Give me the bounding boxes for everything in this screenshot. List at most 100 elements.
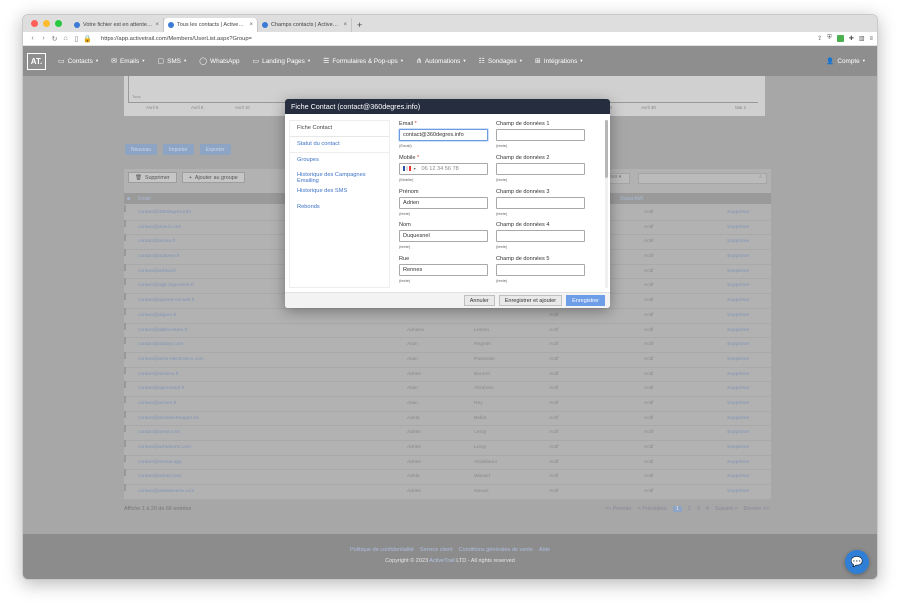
home-icon[interactable]: ⌂: [60, 35, 71, 42]
cancel-button[interactable]: Annuler: [463, 295, 495, 306]
row-checkbox[interactable]: [124, 381, 126, 389]
new-tab-button[interactable]: +: [352, 20, 367, 32]
table-search-input[interactable]: ⌕: [638, 173, 767, 184]
modal-tab-email-history[interactable]: Historique des Campagnes Emailing: [290, 168, 389, 184]
nav-item-sms[interactable]: ▢ SMS ▾: [157, 57, 186, 66]
back-icon[interactable]: ‹: [27, 35, 38, 42]
modal-tab-contact-status[interactable]: Statut du contact: [290, 137, 389, 153]
row-checkbox[interactable]: [124, 366, 126, 374]
row-delete-link[interactable]: Supprimer: [727, 298, 750, 303]
row-checkbox[interactable]: [124, 322, 126, 330]
delete-button[interactable]: 🗑 Supprimer: [128, 172, 177, 183]
row-email[interactable]: contact@activeer.fr: [138, 254, 180, 259]
browser-tab-1[interactable]: Votre fichier est en attente de télé ×: [70, 18, 164, 32]
table-row[interactable]: contact@ama-electronics.com Alain Pastoral…: [124, 351, 771, 368]
row-delete-link[interactable]: Supprimer: [727, 313, 750, 318]
table-row[interactable]: contact@amiens.fr Adrien Bourrel Actif Actif…: [124, 366, 771, 383]
row-delete-link[interactable]: Supprimer: [727, 430, 750, 435]
row-delete-link[interactable]: Supprimer: [727, 328, 750, 333]
bookmark-icon[interactable]: ▯: [71, 35, 82, 43]
activetrail-logo[interactable]: AT.: [27, 52, 46, 70]
account-menu[interactable]: 👤 Compte ▾: [826, 57, 865, 66]
nav-item-contacts[interactable]: ▭ Contacts ▾: [58, 57, 98, 66]
row-delete-link[interactable]: Supprimer: [727, 386, 750, 391]
table-row[interactable]: contact@arcom.fr Alain Rey Actif Actif Suppri…: [124, 395, 771, 412]
row-email[interactable]: contact@amiens.fr: [138, 372, 179, 377]
puzzle-icon[interactable]: ✚: [849, 35, 854, 42]
browser-tab-3[interactable]: Champs contacts | ActiveTrail ×: [258, 18, 352, 32]
forward-icon[interactable]: ›: [38, 35, 49, 42]
footer-brand-link[interactable]: ActiveTrail: [429, 558, 454, 564]
firstname-input[interactable]: Adrien: [399, 196, 488, 209]
table-row[interactable]: contact@arest.com Adrien Leroy Actif Actif Su…: [124, 425, 771, 441]
nav-item-landing-pages[interactable]: ▭ Landing Pages ▾: [253, 57, 311, 66]
row-delete-link[interactable]: Supprimer: [727, 372, 750, 377]
row-email[interactable]: contact@arfadverts.com: [138, 445, 191, 450]
table-row[interactable]: contact@architectmagen.be Adela Bellot Acti…: [124, 410, 771, 427]
row-delete-link[interactable]: Supprimer: [727, 342, 750, 347]
select-all-checkbox[interactable]: ■: [127, 196, 130, 202]
menu-icon[interactable]: ≡: [869, 36, 873, 42]
data-field-4-input[interactable]: [496, 230, 585, 243]
new-contact-button[interactable]: Nouveau: [125, 144, 158, 155]
row-email[interactable]: contact@ama-electronics.com: [138, 357, 204, 362]
row-delete-link[interactable]: Supprimer: [727, 269, 750, 274]
row-email[interactable]: contact@360degres.info: [138, 210, 191, 215]
row-delete-link[interactable]: Supprimer: [727, 474, 750, 479]
row-delete-link[interactable]: Supprimer: [727, 416, 750, 421]
modal-tab-bounces[interactable]: Rebonds: [290, 200, 389, 216]
page-4[interactable]: 4: [706, 506, 709, 512]
row-checkbox[interactable]: [124, 249, 126, 257]
nav-item-integrations[interactable]: ⊞ Intégrations ▾: [535, 57, 583, 66]
nav-item-surveys[interactable]: ☷ Sondages ▾: [479, 57, 522, 66]
row-checkbox[interactable]: [124, 234, 126, 242]
row-email[interactable]: contact@arest.com: [138, 430, 180, 435]
row-checkbox[interactable]: [124, 219, 126, 227]
page-1[interactable]: 1: [672, 506, 682, 512]
row-delete-link[interactable]: Supprimer: [727, 254, 750, 259]
row-checkbox[interactable]: [124, 484, 126, 492]
row-email[interactable]: contact@arenia.app: [138, 460, 182, 465]
table-row[interactable]: contact@assisterena.com Adrien Nouari Actif…: [124, 484, 771, 500]
row-delete-link[interactable]: Supprimer: [727, 401, 750, 406]
nav-item-automations[interactable]: ⋔ Automations ▾: [416, 57, 466, 66]
table-row[interactable]: contact@arkatt.com Adela Wassel Actif Actif S…: [124, 469, 771, 486]
modal-scrollbar[interactable]: [605, 120, 608, 288]
page-2[interactable]: 2: [688, 506, 691, 512]
page-first[interactable]: << Premier: [605, 506, 632, 512]
chat-widget-button[interactable]: 💬: [845, 550, 869, 574]
row-checkbox[interactable]: [124, 440, 126, 447]
row-email[interactable]: contact@agir-ingenierie.fr: [138, 283, 194, 288]
modal-tab-sms-history[interactable]: Historique des SMS: [290, 184, 389, 200]
row-checkbox[interactable]: [124, 278, 126, 286]
url-field[interactable]: https://app.activetrail.com/Members/User…: [101, 36, 817, 42]
row-email[interactable]: contact@alpha-team.fr: [138, 328, 188, 333]
add-to-group-button[interactable]: + Ajouter au groupe: [181, 172, 245, 183]
mobile-input[interactable]: ▼ 06 12 34 56 78: [399, 162, 488, 175]
row-checkbox[interactable]: [124, 205, 126, 212]
modal-tab-contact-card[interactable]: Fiche Contact: [290, 121, 389, 137]
data-field-2-input[interactable]: [496, 162, 585, 175]
minimize-window-icon[interactable]: [43, 20, 50, 27]
row-email[interactable]: contact@architectmagen.be: [138, 416, 199, 421]
data-field-3-input[interactable]: [496, 196, 585, 209]
row-delete-link[interactable]: Supprimer: [727, 210, 750, 215]
shield-icon[interactable]: ⛨: [827, 35, 832, 42]
close-window-icon[interactable]: [31, 20, 38, 27]
browser-tab-2[interactable]: Tous les contacts | ActiveTrail ×: [164, 18, 258, 32]
nav-item-whatsapp[interactable]: ◯ WhatsApp: [199, 57, 239, 66]
page-prev[interactable]: < Précédent: [638, 506, 667, 512]
row-checkbox[interactable]: [124, 395, 126, 403]
row-delete-link[interactable]: Supprimer: [727, 283, 750, 288]
row-checkbox[interactable]: [124, 425, 126, 433]
footer-link-support[interactable]: Service client: [420, 547, 453, 553]
email-input[interactable]: contact@360degres.info: [399, 129, 488, 141]
table-row[interactable]: contact@algaro.fr Actif Actif Supprimer: [124, 307, 771, 324]
save-button[interactable]: Enregistrer: [566, 295, 605, 306]
import-button[interactable]: Importer: [163, 144, 194, 155]
row-checkbox[interactable]: [124, 410, 126, 418]
row-email[interactable]: contact@assisterena.com: [138, 489, 194, 494]
footer-link-terms[interactable]: Conditions générales de vente: [459, 547, 533, 553]
row-email[interactable]: contact@acrea.fr: [138, 239, 175, 244]
page-last[interactable]: Dernier >>: [744, 506, 769, 512]
